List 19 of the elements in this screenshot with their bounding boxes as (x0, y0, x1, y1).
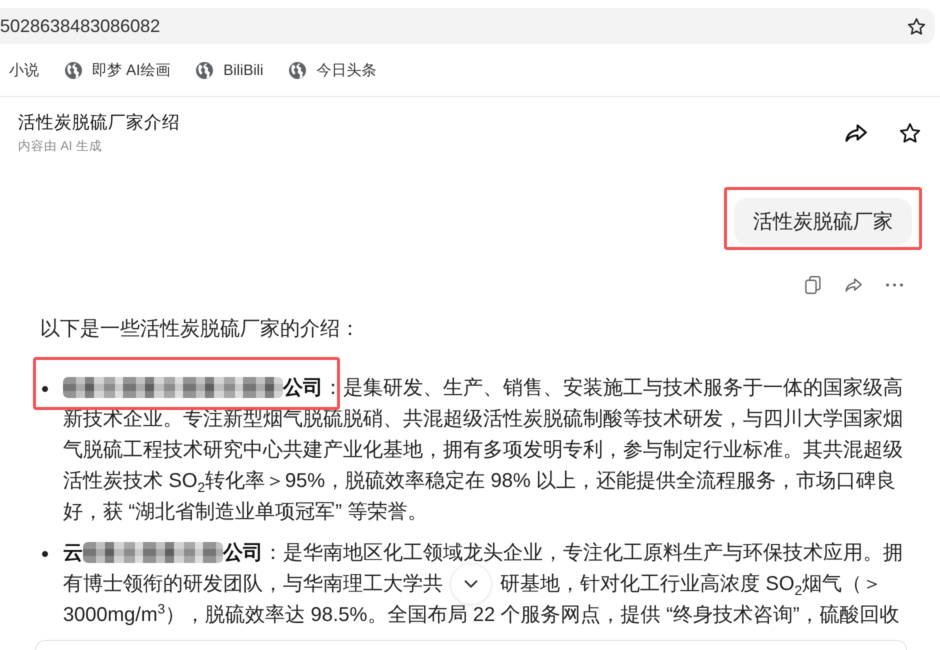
star-icon[interactable] (900, 122, 920, 142)
more-icon[interactable] (886, 283, 903, 287)
copy-icon[interactable] (805, 276, 821, 294)
bookmark-link[interactable]: 小说 (9, 60, 39, 80)
conversation-title: 活性炭脱硫厂家介绍 (18, 111, 180, 134)
star-icon[interactable] (908, 18, 925, 34)
bullet-icon (42, 386, 48, 392)
share-icon[interactable] (845, 124, 867, 142)
answer-intro: 以下是一些活性炭脱硫厂家的介绍： (40, 317, 360, 342)
chat-input-field[interactable] (35, 640, 907, 650)
bookmark-link[interactable]: 今日头条 (289, 60, 376, 80)
user-message-bubble: 活性炭脱硫厂家 (734, 198, 912, 245)
bullet-icon (42, 550, 48, 556)
list-item-text: 云 公司：是华南地区化工领域龙头企业，专注化工原料生产与环保技术应用。拥有博士领衔的研发团队，与华南理工大学共 研基地，针对化工行业高浓度 SO$_{2}$烟气（＞3000mg/m$^{3}$），脱硫效率达 98.5%。全国布局 22 个服务网点，提供 “终身技术咨询”，硫酸回收 (63, 541, 904, 628)
address-bar[interactable]: 5028638483086082 (0, 8, 935, 44)
url-text: 5028638483086082 (0, 16, 160, 36)
ai-generated-note: 内容由 AI 生成 (18, 138, 102, 155)
bookmark-link[interactable]: BiliBili (196, 62, 264, 78)
bookmark-link[interactable]: 即梦 AI绘画 (65, 60, 170, 80)
